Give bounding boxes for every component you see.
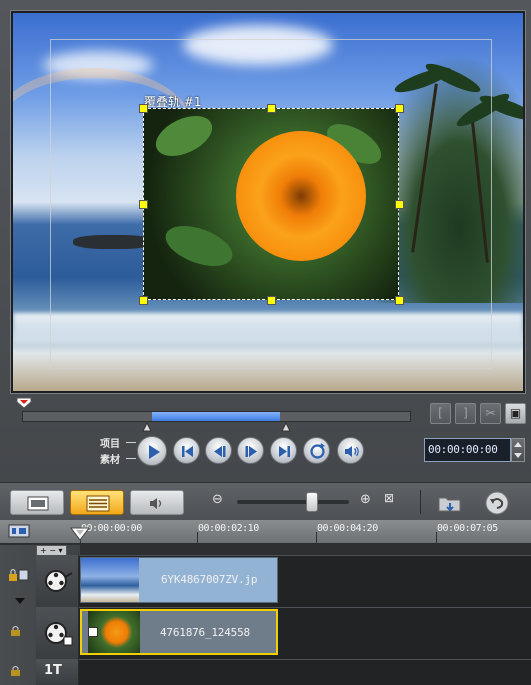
preview-window: 覆叠轨 #1 <box>10 10 526 394</box>
overlay-clip[interactable]: 4761876_124558 <box>80 609 278 655</box>
undo-icon[interactable] <box>484 490 510 516</box>
leaf <box>160 218 238 274</box>
expand-track-arrow-icon[interactable] <box>14 597 26 605</box>
film-reel-icon <box>45 570 73 592</box>
play-button[interactable] <box>137 436 167 466</box>
video-clip-name: 6YK4867007ZV.jp <box>161 573 258 586</box>
track-manager-icon[interactable] <box>8 523 30 539</box>
go-to-end-button[interactable] <box>270 437 297 464</box>
mark-out-button[interactable]: ] <box>455 403 476 424</box>
ruler-tick-label: 00:00:00:00 <box>81 523 142 534</box>
timeline-view-button[interactable] <box>70 490 124 515</box>
insert-media-folder-icon[interactable] <box>437 491 463 515</box>
step-forward-icon <box>245 446 257 457</box>
play-icon <box>149 445 160 459</box>
zoom-in-icon[interactable]: ⊕ <box>360 492 371 507</box>
cut-clip-button[interactable]: ✂ <box>480 403 501 424</box>
overlay-track-lock-icon[interactable] <box>10 625 22 637</box>
timeline-playhead-icon[interactable] <box>70 527 90 543</box>
overlay-clip-frame[interactable]: 覆叠轨 #1 <box>139 95 404 305</box>
resize-handle-top-right[interactable] <box>395 104 404 113</box>
go-to-start-button[interactable] <box>173 437 200 464</box>
title-track-icon: 1T <box>44 663 62 678</box>
toolbar-divider <box>420 490 421 514</box>
trim-start-marker-icon[interactable] <box>142 422 152 432</box>
project-mode-label[interactable]: 项目 <box>100 435 120 450</box>
leaf <box>149 107 219 165</box>
video-editor: 覆叠轨 #1 [ ] ✂ ▣ 项目 素材 00:00:00:00 ⊖ ⊕ ⊠ 0… <box>0 0 531 685</box>
repeat-button[interactable] <box>303 437 330 464</box>
skip-to-end-icon <box>279 446 290 457</box>
preview-canvas[interactable]: 覆叠轨 #1 <box>13 13 523 391</box>
trim-end-marker-icon[interactable] <box>281 422 291 432</box>
resize-handle-bottom-right[interactable] <box>395 296 404 305</box>
scrubber-playhead-icon[interactable] <box>16 397 32 409</box>
title-track-header: 1T <box>36 659 79 685</box>
mark-in-button[interactable]: [ <box>430 403 451 424</box>
enlarge-preview-button[interactable]: ▣ <box>505 403 526 424</box>
previous-frame-button[interactable] <box>205 437 232 464</box>
overlay-clip-name: 4761876_124558 <box>160 626 250 639</box>
video-track-header <box>36 555 79 607</box>
skip-to-start-icon <box>182 446 193 457</box>
timecode-spinner[interactable] <box>511 438 525 462</box>
resize-handle-bottom-left[interactable] <box>139 296 148 305</box>
storyboard-view-button[interactable] <box>10 490 64 515</box>
resize-handle-left[interactable] <box>139 200 148 209</box>
ruler-tick-label: 00:00:07:05 <box>437 523 498 534</box>
trim-selection[interactable] <box>152 412 280 421</box>
repeat-icon <box>310 443 325 459</box>
marigold-flower <box>236 131 366 261</box>
video-clip[interactable]: 6YK4867007ZV.jp <box>80 557 278 603</box>
step-back-icon <box>214 446 226 457</box>
speaker-icon <box>345 446 359 457</box>
project-mode-line <box>126 442 136 443</box>
video-track-lock-icon[interactable] <box>8 568 30 582</box>
spinner-arrows-icon <box>514 442 522 458</box>
zoom-slider-thumb[interactable] <box>306 492 318 512</box>
volume-button[interactable] <box>337 437 364 464</box>
overlay-reel-icon <box>45 622 73 646</box>
timecode-field[interactable]: 00:00:00:00 <box>424 438 511 462</box>
resize-handle-right[interactable] <box>395 200 404 209</box>
timeline-view-icon <box>86 495 110 512</box>
fit-project-icon[interactable]: ⊠ <box>384 491 394 505</box>
overlay-track-label: 覆叠轨 #1 <box>144 95 202 109</box>
audio-view-button[interactable] <box>130 490 184 515</box>
next-frame-button[interactable] <box>237 437 264 464</box>
storyboard-icon <box>27 496 49 511</box>
video-clip-thumbnail <box>81 558 139 602</box>
zoom-out-icon[interactable]: ⊖ <box>212 492 223 507</box>
zoom-slider-track[interactable] <box>237 500 349 504</box>
resize-handle-top-left[interactable] <box>139 104 148 113</box>
resize-handle-top[interactable] <box>267 104 276 113</box>
overlay-clip-badge <box>88 627 98 637</box>
overlay-track-header <box>36 607 79 659</box>
ruler-tick-label: 00:00:02:10 <box>198 523 259 534</box>
resize-handle-bottom[interactable] <box>267 296 276 305</box>
clip-mode-label[interactable]: 素材 <box>100 451 120 466</box>
ruler-tick-label: 00:00:04:20 <box>317 523 378 534</box>
clip-mode-line <box>126 458 136 459</box>
title-track <box>36 659 531 685</box>
audio-speaker-icon <box>150 498 162 509</box>
title-track-lock-icon[interactable] <box>10 665 22 677</box>
